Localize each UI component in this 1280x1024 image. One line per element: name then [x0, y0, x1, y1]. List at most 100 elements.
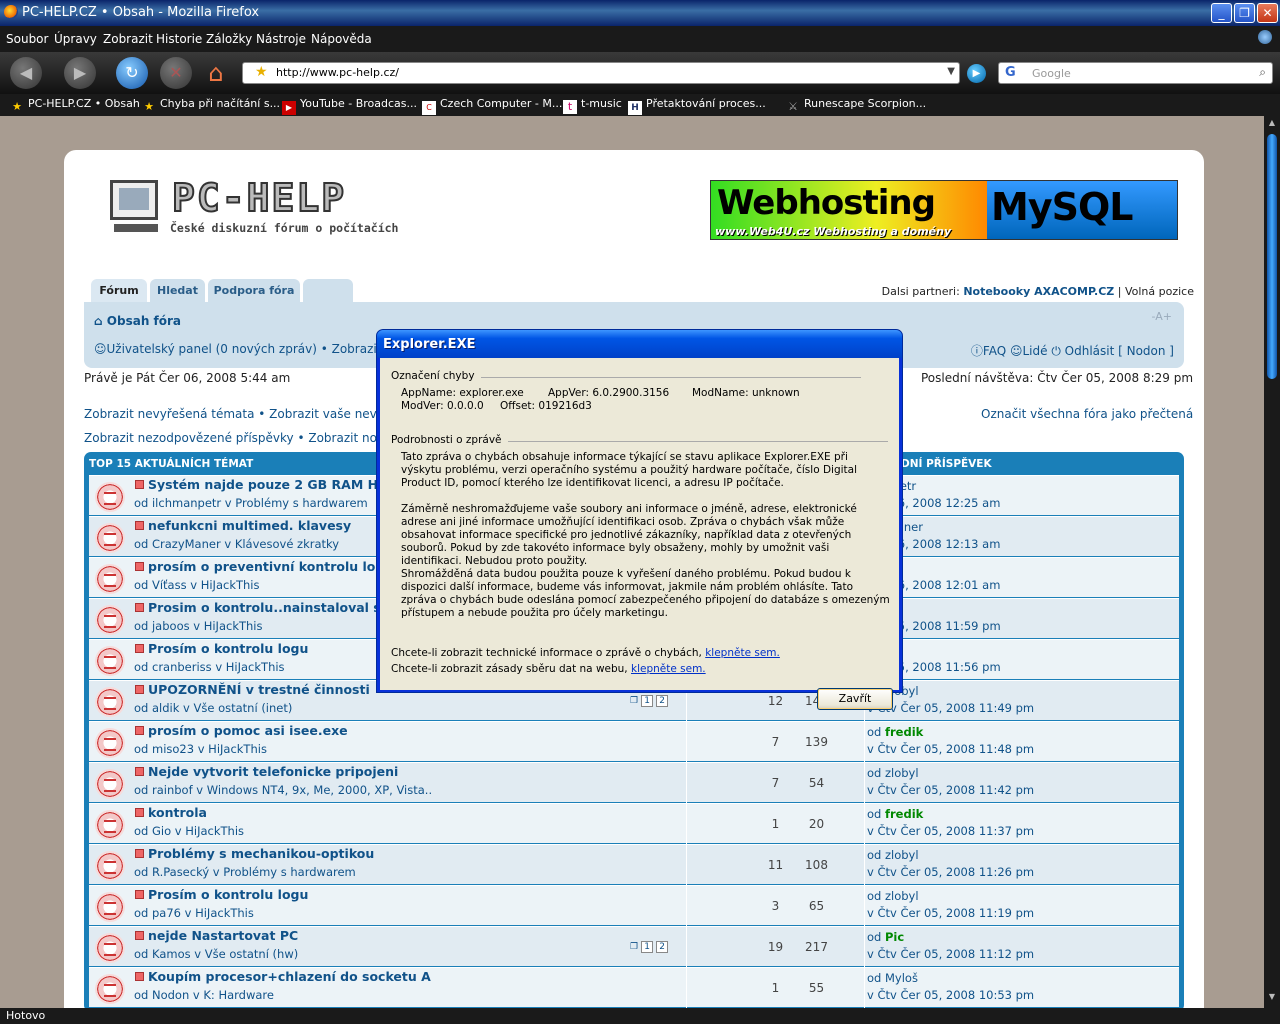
menu-upravy[interactable]: Úpravy — [54, 32, 97, 46]
page-link[interactable]: 2 — [656, 695, 669, 707]
mark-all-read-link[interactable]: Označit všechna fóra jako přečtená — [981, 407, 1193, 421]
new-post-icon[interactable] — [135, 603, 144, 612]
stop-icon[interactable]: ✕ — [160, 57, 192, 89]
close-button[interactable]: ✕ — [1257, 3, 1278, 23]
topic-title[interactable]: kontrola — [148, 805, 207, 820]
unanswered-links[interactable]: Zobrazit nezodpovězené příspěvky • Zobra… — [84, 431, 391, 445]
maximize-button[interactable]: ❐ — [1234, 3, 1255, 23]
topic-author[interactable]: od Gio v HiJackThis — [134, 824, 244, 838]
topic-author[interactable]: od miso23 v HiJackThis — [134, 742, 267, 756]
back-icon[interactable]: ◀ — [10, 57, 42, 89]
people-link[interactable]: ☺Lidé — [1010, 344, 1048, 358]
topic-author[interactable]: od rainbof v Windows NT4, 9x, Me, 2000, … — [134, 783, 432, 797]
topic-title[interactable]: Systém najde pouze 2 GB RAM Help — [148, 477, 400, 492]
menu-historie[interactable]: Historie — [156, 32, 202, 46]
site-logo[interactable]: PC-HELP České diskuzní fórum o počítačíc… — [110, 175, 430, 240]
moderator-name[interactable]: fredik — [885, 807, 923, 821]
topic-title[interactable]: Koupím procesor+chlazení do socketu A — [148, 969, 431, 984]
google-icon[interactable]: G — [1005, 65, 1016, 80]
new-post-icon[interactable] — [135, 931, 144, 940]
topic-title[interactable]: prosím o preventivní kontrolu logu ;- — [148, 559, 408, 574]
bookmark-item[interactable]: H Přetaktování proces... — [628, 97, 766, 115]
topic-author[interactable]: od Kamos v Vše ostatní (hw) — [134, 947, 298, 961]
topic-author[interactable]: od jaboos v HiJackThis — [134, 619, 262, 633]
topic-title[interactable]: Nejde vytvorit telefonicke pripojeni — [148, 764, 398, 779]
last-post-author[interactable]: od Pic — [867, 930, 904, 944]
menu-zalozky[interactable]: Záložky — [206, 32, 252, 46]
last-post-author[interactable]: od fredik — [867, 725, 923, 739]
font-size-control[interactable]: -A+ — [1152, 310, 1172, 323]
new-post-icon[interactable] — [135, 808, 144, 817]
url-dropdown-icon[interactable]: ▼ — [947, 66, 955, 77]
tab-hledat[interactable]: Hledat — [150, 279, 205, 302]
last-post-author[interactable]: od Myloš — [867, 971, 918, 985]
vertical-scrollbar[interactable]: ▲ ▼ — [1264, 116, 1280, 1008]
page-link[interactable]: 1 — [641, 941, 654, 953]
tech-info-link[interactable]: klepněte sem. — [705, 647, 780, 659]
topic-title[interactable]: prosím o pomoc asi isee.exe — [148, 723, 348, 738]
bookmark-item[interactable]: ⚔ Runescape Scorpion... — [786, 97, 926, 114]
last-post-author[interactable]: od zlobyl — [867, 889, 919, 903]
new-post-icon[interactable] — [135, 521, 144, 530]
search-input[interactable]: G Google ⌕ — [998, 62, 1273, 84]
moderator-name[interactable]: Pic — [885, 930, 904, 944]
topic-title[interactable]: UPOZORNĚNÍ v trestné činnosti — [148, 682, 370, 697]
scrollbar-thumb[interactable] — [1267, 134, 1277, 379]
topic-title[interactable]: nefunkcni multimed. klavesy — [148, 518, 351, 533]
menu-zobrazit[interactable]: Zobrazit — [103, 32, 153, 46]
tab-forum[interactable]: Fórum — [91, 279, 147, 302]
go-icon[interactable]: ▶ — [967, 64, 986, 83]
moderator-name[interactable]: fredik — [885, 725, 923, 739]
topic-author[interactable]: od cranberiss v HiJackThis — [134, 660, 285, 674]
reload-icon[interactable]: ↻ — [116, 57, 148, 89]
last-post-author[interactable]: od zlobyl — [867, 766, 919, 780]
new-post-icon[interactable] — [135, 644, 144, 653]
menu-nastroje[interactable]: Nástroje — [256, 32, 306, 46]
bookmark-item[interactable]: ★ Chyba při načítání s... — [142, 97, 280, 114]
bookmark-item[interactable]: ▶ YouTube - Broadcas... — [282, 97, 417, 115]
topic-author[interactable]: od Víťass v HiJackThis — [134, 578, 259, 592]
close-dialog-button[interactable]: Zavřít — [817, 688, 893, 710]
bookmark-item[interactable]: t t-music — [563, 97, 622, 114]
menu-soubor[interactable]: Soubor — [6, 32, 48, 46]
last-post-author[interactable]: od zlobyl — [867, 848, 919, 862]
topic-author[interactable]: od R.Pasecký v Problémy s hardwarem — [134, 865, 356, 879]
search-icon[interactable]: ⌕ — [1259, 65, 1266, 80]
faq-link[interactable]: ⓘFAQ — [971, 344, 1006, 358]
webhosting-banner[interactable]: Webhosting MySQL www.Web4U.cz Webhosting… — [710, 180, 1178, 240]
page-link[interactable]: 1 — [641, 695, 654, 707]
tab-empty[interactable] — [303, 279, 353, 302]
topic-author[interactable]: od ilchmanpetr v Problémy s hardwarem — [134, 496, 368, 510]
topic-title[interactable]: Prosím o kontrolu logu — [148, 887, 308, 902]
scroll-up-icon[interactable]: ▲ — [1267, 118, 1277, 130]
forum-home-link[interactable]: ⌂ Obsah fóra — [94, 314, 181, 328]
new-post-icon[interactable] — [135, 480, 144, 489]
user-panel-link[interactable]: ☺Uživatelský panel (0 nových zpráv) • Zo… — [94, 342, 381, 356]
menu-napoveda[interactable]: Nápověda — [311, 32, 372, 46]
topic-author[interactable]: od CrazyManer v Klávesové zkratky — [134, 537, 339, 551]
bookmark-star-icon[interactable]: ★ — [255, 64, 268, 80]
topic-author[interactable]: od pa76 v HiJackThis — [134, 906, 254, 920]
page-link[interactable]: 2 — [656, 941, 669, 953]
new-post-icon[interactable] — [135, 890, 144, 899]
topic-title[interactable]: Prosím o kontrolu logu — [148, 641, 308, 656]
new-post-icon[interactable] — [135, 726, 144, 735]
new-post-icon[interactable] — [135, 972, 144, 981]
logout-link[interactable]: ⏻ Odhlásit [ Nodon ] — [1051, 344, 1174, 358]
new-post-icon[interactable] — [135, 849, 144, 858]
url-bar[interactable]: ★ http://www.pc-help.cz/ ▼ — [242, 62, 960, 84]
scroll-down-icon[interactable]: ▼ — [1267, 992, 1277, 1004]
last-post-author[interactable]: od fredik — [867, 807, 923, 821]
home-icon[interactable]: ⌂ — [200, 57, 232, 89]
forward-icon[interactable]: ▶ — [64, 57, 96, 89]
partner-link[interactable]: Notebooky AXACOMP.CZ — [963, 285, 1114, 298]
bookmark-item[interactable]: C Czech Computer - M... — [422, 97, 562, 115]
tab-podpora[interactable]: Podpora fóra — [208, 279, 300, 302]
topic-author[interactable]: od aldik v Vše ostatní (inet) — [134, 701, 292, 715]
bookmark-item[interactable]: ★ PC-HELP.CZ • Obsah — [10, 97, 140, 114]
minimize-button[interactable]: _ — [1211, 3, 1232, 23]
topic-title[interactable]: nejde Nastartovat PC — [148, 928, 298, 943]
new-post-icon[interactable] — [135, 767, 144, 776]
new-post-icon[interactable] — [135, 685, 144, 694]
topic-title[interactable]: Problémy s mechanikou-optikou — [148, 846, 374, 861]
